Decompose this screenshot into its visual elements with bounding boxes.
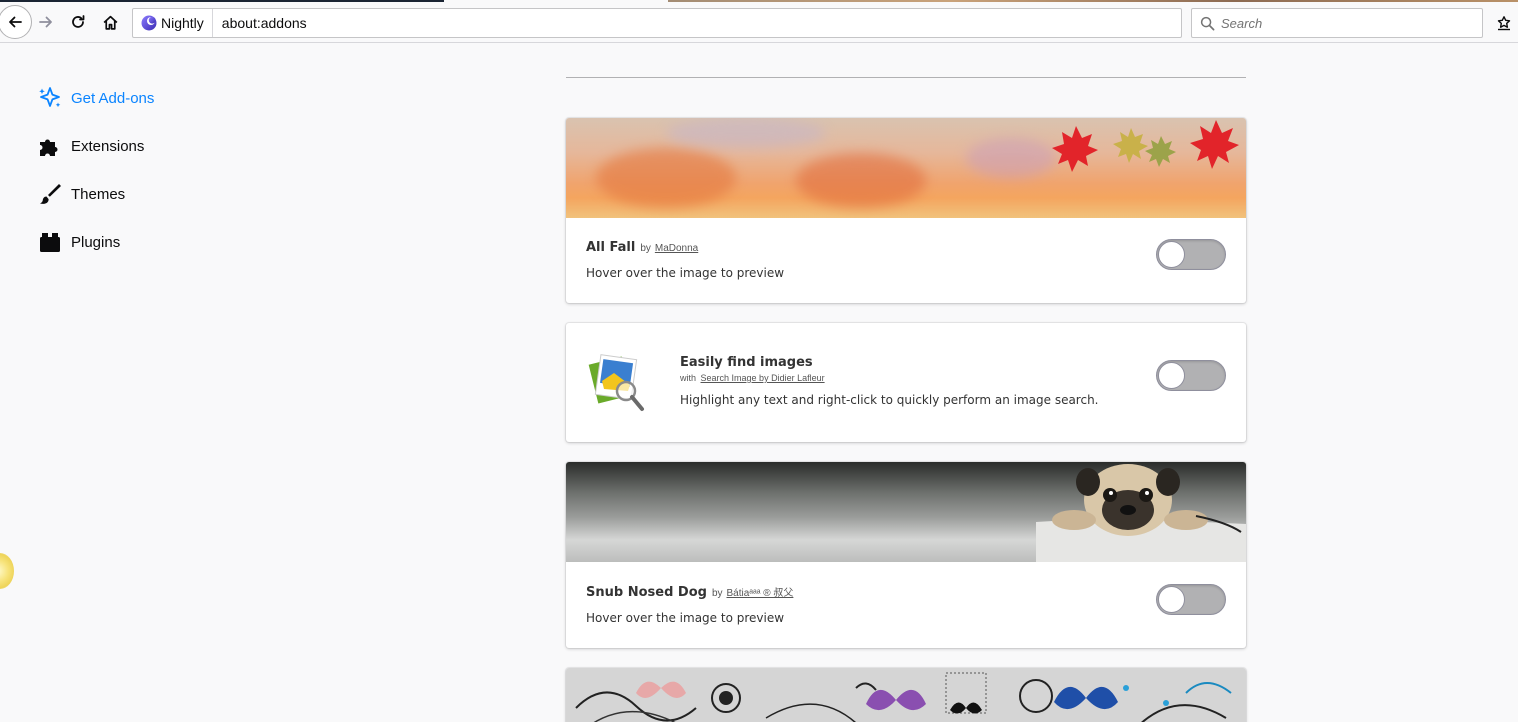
tab-strip-theme-image: [668, 0, 1518, 2]
creator-link[interactable]: MaDonna: [655, 243, 698, 254]
addon-name[interactable]: Snub Nosed Dog: [586, 585, 707, 600]
back-button[interactable]: [0, 5, 32, 39]
addon-description: Hover over the image to preview: [586, 266, 785, 280]
theme-preview-image[interactable]: [566, 668, 1246, 722]
sparkle-icon: [37, 85, 63, 111]
pug-dog-icon: [1036, 464, 1246, 562]
addon-name[interactable]: All Fall: [586, 240, 635, 255]
theme-preview-image[interactable]: [566, 118, 1246, 218]
home-icon: [103, 15, 117, 30]
addon-name[interactable]: Easily find images: [680, 355, 1099, 370]
bookmarks-menu-button[interactable]: [1490, 9, 1518, 37]
plugin-block-icon: [37, 229, 63, 255]
by-label: by: [640, 243, 651, 254]
forward-button[interactable]: [30, 6, 62, 38]
search-placeholder: Search: [1221, 15, 1263, 31]
by-label: by: [711, 588, 723, 599]
addon-card[interactable]: Easily find images with Search Image by …: [566, 323, 1246, 442]
toggle-knob: [1158, 241, 1185, 268]
tab-strip-left: [0, 0, 444, 2]
reload-icon: [72, 15, 85, 28]
search-bar[interactable]: Search: [1191, 8, 1483, 38]
by-label: with: [680, 373, 697, 383]
toggle-knob: [1158, 586, 1185, 613]
url-text[interactable]: about:addons: [222, 15, 307, 31]
butterfly-pattern-icon: [575, 672, 1232, 722]
addon-info: Snub Nosed Dog by Bátiaᵃᵃᵃ ® 叔父 Hover ov…: [566, 562, 1246, 625]
category-label: Themes: [71, 185, 126, 203]
category-themes[interactable]: Themes: [37, 179, 125, 209]
reload-button[interactable]: [62, 6, 94, 38]
cursor-highlight: [0, 553, 14, 589]
puzzle-icon: [37, 133, 63, 159]
category-label: Extensions: [71, 137, 145, 155]
enable-toggle[interactable]: [1156, 360, 1226, 391]
enable-toggle[interactable]: [1156, 584, 1226, 615]
category-label: Get Add-ons: [71, 89, 155, 107]
identity-label: Nightly: [161, 15, 204, 31]
identity-box[interactable]: Nightly: [133, 9, 213, 37]
brush-icon: [37, 181, 63, 207]
nightly-logo-icon: [141, 15, 157, 31]
category-label: Plugins: [71, 233, 121, 251]
search-icon: [1200, 16, 1215, 30]
home-button[interactable]: [94, 6, 126, 38]
category-extensions[interactable]: Extensions: [37, 131, 144, 161]
navigation-toolbar: Nightly about:addons Search: [0, 3, 1518, 43]
addon-card[interactable]: All Fall by MaDonna Hover over the image…: [566, 118, 1246, 303]
forward-arrow-icon: [39, 16, 52, 28]
section-divider: [566, 77, 1246, 78]
theme-preview-image[interactable]: [566, 462, 1246, 562]
maple-leaf-icon: [1052, 120, 1239, 172]
addon-card[interactable]: Snub Nosed Dog by Bátiaᵃᵃᵃ ® 叔父 Hover ov…: [566, 462, 1246, 648]
url-bar[interactable]: Nightly about:addons: [132, 8, 1182, 38]
addon-description: Hover over the image to preview: [586, 611, 785, 625]
toggle-knob: [1158, 362, 1185, 389]
category-plugins[interactable]: Plugins: [37, 227, 120, 257]
addon-info: All Fall by MaDonna Hover over the image…: [566, 218, 1246, 280]
back-arrow-icon: [9, 16, 22, 28]
enable-toggle[interactable]: [1156, 239, 1226, 270]
addon-description: Highlight any text and right-click to qu…: [680, 393, 1099, 407]
addon-card[interactable]: [566, 668, 1246, 722]
category-get-addons[interactable]: Get Add-ons: [37, 83, 154, 113]
search-image-extension-icon: [586, 351, 646, 413]
creator-link[interactable]: Search Image by Didier Lafleur: [701, 373, 825, 383]
star-tray-icon: [1497, 16, 1511, 31]
addon-info: Easily find images with Search Image by …: [680, 355, 1099, 407]
creator-link[interactable]: Bátiaᵃᵃᵃ ® 叔父: [727, 584, 794, 599]
